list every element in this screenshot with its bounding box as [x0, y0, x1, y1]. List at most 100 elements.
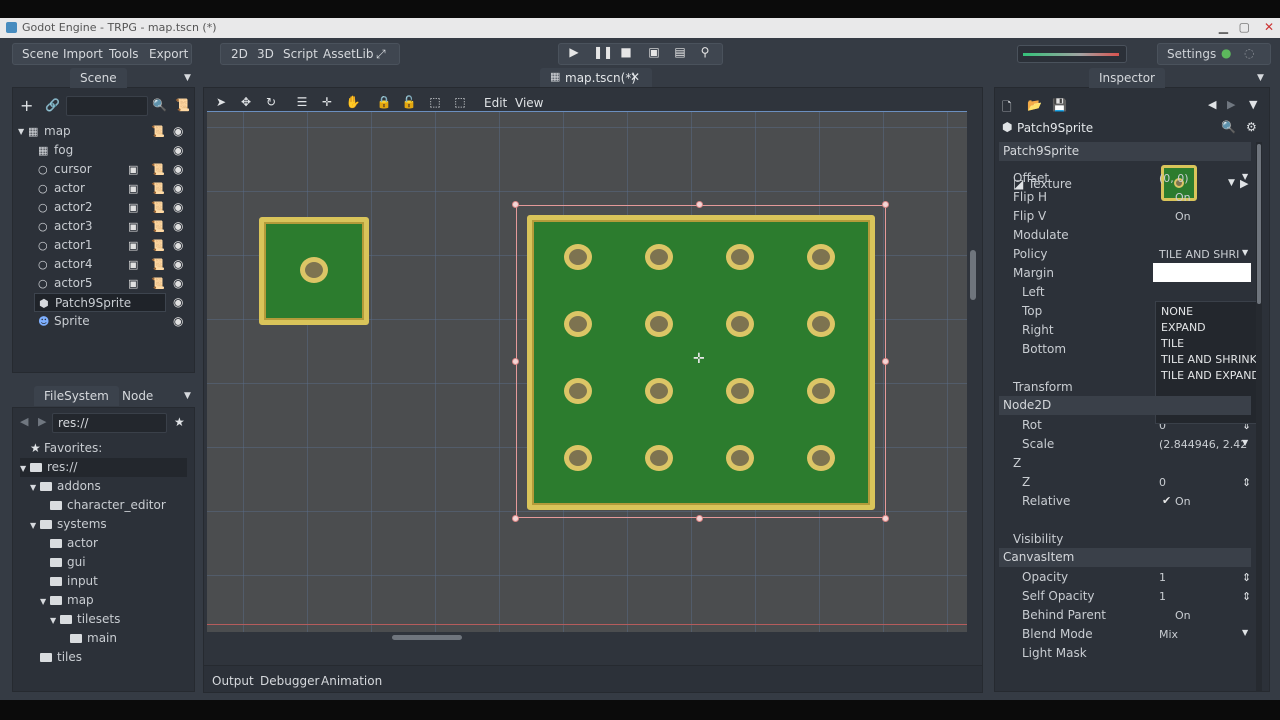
movie-icon[interactable]: ▣ [128, 182, 138, 195]
scene-filter-input[interactable] [66, 96, 148, 116]
prop-blend-mode-value[interactable]: Mix [1159, 628, 1178, 641]
unlock-icon[interactable]: 🔓 [401, 95, 417, 109]
visibility-eye-icon[interactable]: ◉ [173, 257, 183, 271]
object-properties-icon[interactable]: ⚙ [1246, 120, 1257, 134]
scene-node-cursor[interactable]: ○ cursor [34, 160, 166, 179]
scene-node-actor2[interactable]: ○ actor2 [34, 198, 166, 217]
section-node2d[interactable]: Node2D [999, 396, 1251, 415]
script-icon[interactable]: 📜 [151, 201, 165, 214]
list-select-icon[interactable]: ☰ [294, 95, 310, 109]
scene-node-sprite[interactable]: ☻ Sprite [34, 312, 166, 331]
spinner-arrows-icon[interactable]: ⇕ [1242, 476, 1251, 489]
script-icon[interactable]: 📜 [151, 258, 165, 271]
new-resource-icon[interactable]: 🗋 [1002, 98, 1012, 119]
minimize-icon[interactable]: ▁ [1219, 20, 1228, 34]
policy-option-tile[interactable]: TILE [1161, 337, 1184, 350]
stop-icon[interactable]: ■ [619, 45, 633, 59]
section-patch9sprite[interactable]: Patch9Sprite [999, 142, 1251, 161]
checkbox-checked-icon[interactable]: ✔ [1162, 494, 1171, 507]
scene-node-patch9sprite[interactable]: ⬢ Patch9Sprite [34, 293, 166, 312]
tab-output[interactable]: Output [212, 674, 254, 688]
resize-handle-br[interactable] [882, 515, 889, 522]
group-icon[interactable]: ⬚ [427, 95, 443, 109]
visibility-eye-icon[interactable]: ◉ [173, 276, 183, 290]
policy-option-none[interactable]: NONE [1161, 305, 1193, 318]
fs-item-tiles[interactable]: tiles [30, 648, 82, 667]
resize-handle-l[interactable] [512, 358, 519, 365]
sprite-tile[interactable] [259, 217, 369, 325]
script-icon[interactable]: 📜 [151, 277, 165, 290]
policy-option-expand[interactable]: EXPAND [1161, 321, 1206, 334]
ungroup-icon[interactable]: ⬚ [452, 95, 468, 109]
fs-item-addons[interactable]: ▼ addons [30, 477, 101, 496]
mode-assetlib[interactable]: AssetLib [323, 47, 373, 61]
movie-icon[interactable]: ▣ [128, 201, 138, 214]
inspector-menu-icon[interactable]: ▼ [1257, 73, 1264, 83]
fs-expand-arrow-icon[interactable]: ▼ [20, 459, 30, 478]
back-arrow-icon[interactable]: ◀ [20, 415, 28, 428]
resize-handle-tr[interactable] [882, 201, 889, 208]
tab-scene[interactable]: Scene [70, 68, 127, 88]
prop-flip-v-value[interactable]: On [1175, 210, 1191, 223]
fs-item-gui[interactable]: gui [40, 553, 86, 572]
move-mode-icon[interactable]: ✥ [238, 95, 254, 109]
prop-offset-value[interactable]: (0, 0) [1159, 172, 1189, 185]
distraction-free-icon[interactable]: ⤢ [376, 47, 386, 62]
h-scrollbar-thumb[interactable] [392, 635, 462, 640]
play-scene-icon[interactable]: ▣ [647, 45, 661, 59]
texture-dropdown-icon[interactable]: ▼ [1228, 178, 1235, 188]
resize-handle-b[interactable] [696, 515, 703, 522]
expand-arrow-icon[interactable]: ▼ [18, 122, 24, 141]
fs-item-input[interactable]: input [40, 572, 98, 591]
fs-item-tilesets[interactable]: ▼ tilesets [50, 610, 120, 629]
visibility-eye-icon[interactable]: ◉ [173, 124, 183, 138]
visibility-eye-icon[interactable]: ◉ [173, 295, 183, 309]
history-back-icon[interactable]: ◀ [1208, 98, 1216, 111]
h-scrollbar-track[interactable] [207, 632, 967, 643]
prop-flip-h-value[interactable]: On [1175, 191, 1191, 204]
mode-3d[interactable]: 3D [257, 47, 274, 61]
rotate-mode-icon[interactable]: ↻ [263, 95, 279, 109]
fs-dock-menu-icon[interactable]: ▼ [184, 391, 191, 401]
mode-script[interactable]: Script [283, 47, 318, 61]
v-scrollbar-thumb[interactable] [970, 250, 976, 300]
movie-icon[interactable]: ▣ [128, 258, 138, 271]
modulate-color-swatch[interactable] [1153, 263, 1251, 282]
visibility-eye-icon[interactable]: ◉ [173, 181, 183, 195]
favorite-star-icon[interactable]: ★ [174, 415, 185, 429]
close-tab-icon[interactable]: ✕ [630, 70, 640, 84]
script-icon[interactable]: 📜 [151, 220, 165, 233]
play-icon[interactable]: ▶ [567, 45, 581, 59]
pan-mode-icon[interactable]: ✋ [345, 95, 361, 109]
movie-icon[interactable]: ▣ [128, 163, 138, 176]
scene-node-actor3[interactable]: ○ actor3 [34, 217, 166, 236]
dropdown-arrow-icon[interactable]: ▼ [1242, 248, 1248, 257]
scene-node-actor5[interactable]: ○ actor5 [34, 274, 166, 293]
resize-handle-r[interactable] [882, 358, 889, 365]
fs-expand-arrow-icon[interactable]: ▼ [40, 592, 50, 611]
fs-expand-arrow-icon[interactable]: ▼ [30, 516, 40, 535]
tab-node[interactable]: Node [112, 386, 163, 406]
menu-import[interactable]: Import [63, 47, 103, 61]
movie-icon[interactable]: ▣ [128, 277, 138, 290]
movie-icon[interactable]: ▣ [128, 220, 138, 233]
section-canvasitem[interactable]: CanvasItem [999, 548, 1251, 567]
visibility-eye-icon[interactable]: ◉ [173, 143, 183, 157]
prop-opacity-value[interactable]: 1 [1159, 571, 1166, 584]
fs-expand-arrow-icon[interactable]: ▼ [50, 611, 60, 630]
script-icon[interactable]: 📜 [151, 182, 165, 195]
dropdown-arrow-icon[interactable]: ▼ [1242, 172, 1248, 181]
prop-z-value[interactable]: 0 [1159, 476, 1166, 489]
instance-scene-icon[interactable]: 🔗 [45, 98, 60, 112]
prop-relative-value[interactable]: On [1175, 495, 1191, 508]
save-resource-icon[interactable]: 💾 [1052, 98, 1067, 112]
pivot-icon[interactable]: ✛ [319, 95, 335, 109]
dropdown-arrow-icon[interactable]: ▼ [1242, 628, 1248, 637]
history-menu-icon[interactable]: ▼ [1249, 98, 1257, 111]
select-mode-icon[interactable]: ➤ [213, 95, 229, 109]
fs-expand-arrow-icon[interactable]: ▼ [30, 478, 40, 497]
script-icon[interactable]: 📜 [151, 163, 165, 176]
debug-options-icon[interactable]: ⚲ [698, 45, 712, 59]
fs-item-map[interactable]: ▼ map [40, 591, 94, 610]
prop-behind-parent-value[interactable]: On [1175, 609, 1191, 622]
